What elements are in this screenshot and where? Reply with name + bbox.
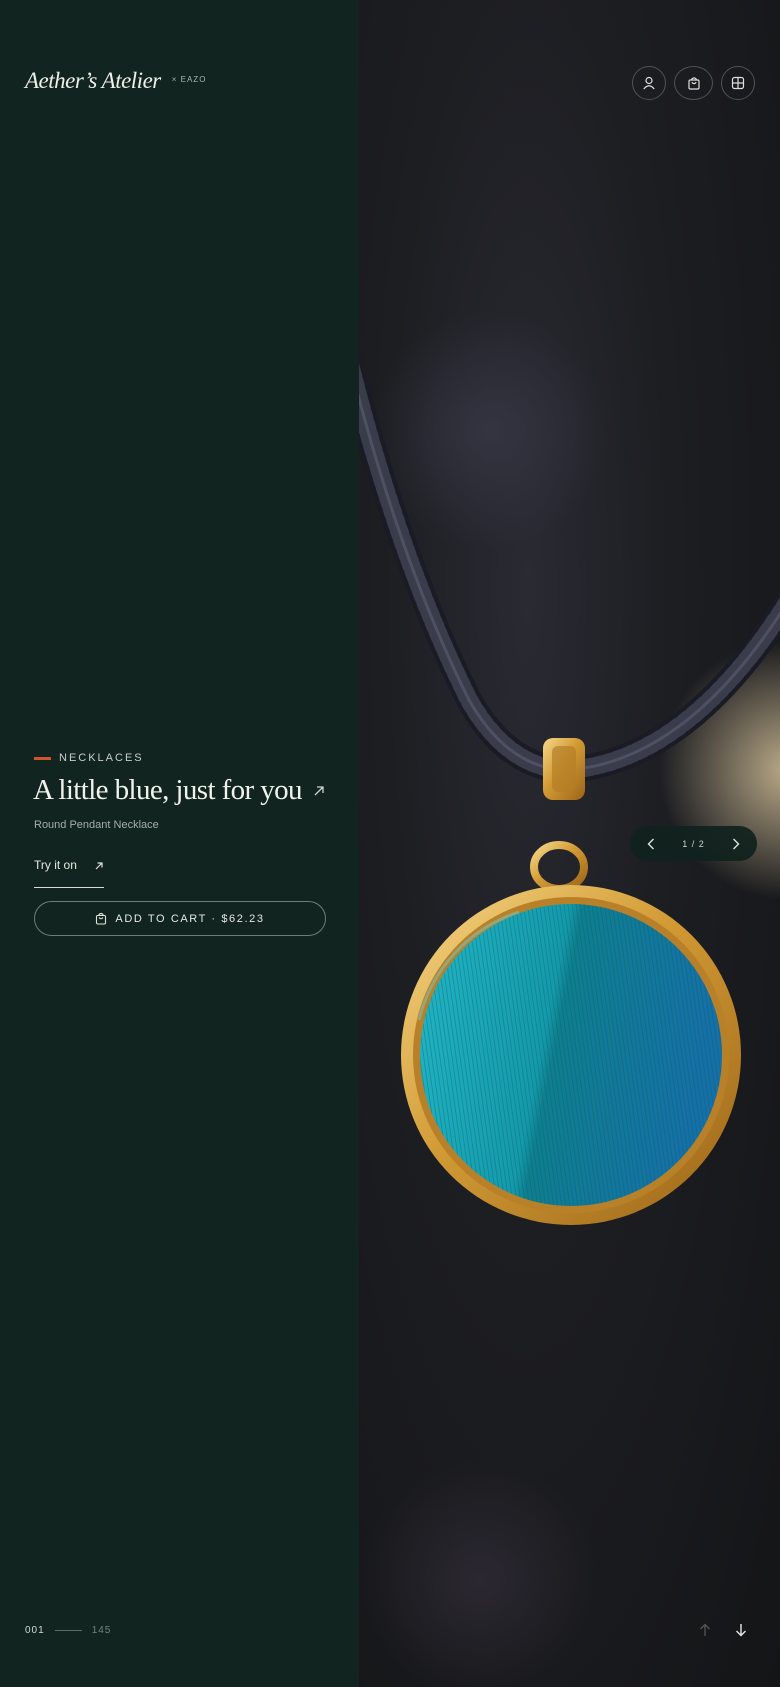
brand-collab-tag: × EAZO: [171, 75, 207, 84]
menu-button[interactable]: [721, 66, 755, 100]
brand-logo[interactable]: Aether’s Atelier × EAZO: [25, 68, 206, 94]
shopping-bag-icon: [687, 77, 700, 90]
category-label: NECKLACES: [59, 752, 144, 764]
product-scroll-controls: [697, 1621, 749, 1639]
product-title: A little blue, just for you: [33, 774, 303, 806]
try-it-on-link[interactable]: Try it on: [34, 858, 104, 888]
product-headline[interactable]: A little blue, just for you: [33, 774, 326, 807]
product-info-panel: Aether’s Atelier × EAZO NECKLACES A litt…: [0, 0, 359, 1687]
chevron-right-icon: [732, 838, 740, 849]
account-button[interactable]: [632, 66, 666, 100]
carousel-counter: 1 / 2: [682, 838, 705, 849]
chevron-left-icon: [647, 838, 654, 849]
shopping-bag-icon: [96, 912, 107, 925]
previous-image-button[interactable]: [642, 835, 660, 853]
product-category: NECKLACES: [34, 752, 144, 764]
grid-icon: [731, 76, 745, 90]
arrow-down-icon: [736, 1624, 746, 1637]
add-to-cart-label: ADD TO CART · $62.23: [115, 912, 265, 925]
arrow-up-right-icon: [95, 862, 103, 870]
pager-current: 001: [25, 1625, 45, 1636]
product-subtitle: Round Pendant Necklace: [34, 819, 159, 831]
user-icon: [643, 76, 655, 90]
add-to-cart-button[interactable]: ADD TO CART · $62.23: [34, 901, 326, 936]
arrow-up-icon: [700, 1623, 710, 1636]
try-it-on-label: Try it on: [34, 858, 77, 872]
brand-name: Aether’s Atelier: [25, 68, 161, 93]
pager-total: 145: [91, 1625, 112, 1636]
image-carousel-controls: 1 / 2: [630, 826, 757, 861]
scroll-up-button[interactable]: [697, 1621, 713, 1639]
next-image-button[interactable]: [727, 835, 745, 853]
arrow-up-right-icon: [314, 785, 324, 795]
product-pager: 001 145: [25, 1625, 111, 1636]
category-accent-dash: [34, 756, 51, 760]
header-actions: [632, 66, 755, 100]
pager-divider: [54, 1630, 82, 1631]
cart-button[interactable]: [674, 66, 713, 100]
scroll-down-button[interactable]: [733, 1621, 749, 1639]
